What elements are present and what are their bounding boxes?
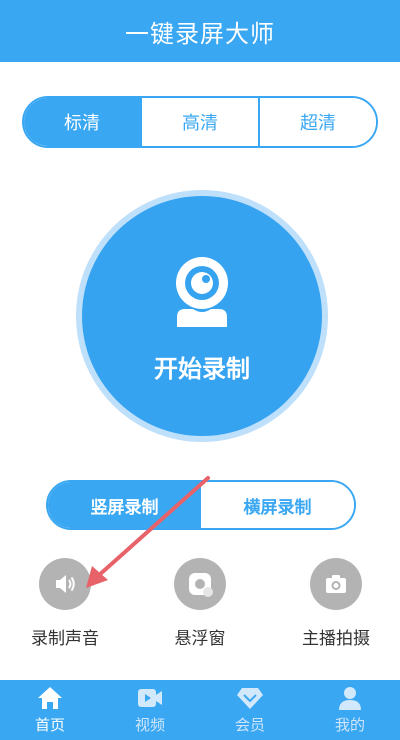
- tab-vip-label: 会员: [234, 716, 265, 734]
- diamond-icon: [237, 688, 263, 709]
- start-record-button[interactable]: 开始录制: [82, 196, 322, 436]
- tab-home[interactable]: 首页: [0, 680, 100, 740]
- quality-option-uhd[interactable]: 超清: [258, 98, 376, 146]
- app-header: 一键录屏大师: [0, 0, 400, 62]
- floating-window-label: 悬浮窗: [174, 629, 226, 649]
- floating-window-tool[interactable]: 悬浮窗: [145, 558, 255, 649]
- tab-vip[interactable]: 会员: [200, 680, 300, 740]
- floating-window-icon: [189, 573, 213, 597]
- streamer-camera-circle: [310, 558, 362, 610]
- portrait-record-option[interactable]: 竖屏录制: [48, 482, 201, 528]
- landscape-record-option[interactable]: 横屏录制: [201, 482, 354, 528]
- start-record-label: 开始录制: [154, 354, 250, 383]
- quality-selector: 标清 高清 超清: [22, 96, 378, 148]
- quality-option-sd[interactable]: 标清: [24, 98, 140, 146]
- record-button-ring: 开始录制: [76, 190, 328, 442]
- tab-video[interactable]: 视频: [100, 680, 200, 740]
- speaker-icon: [56, 575, 75, 593]
- webcam-icon: [176, 256, 228, 327]
- streamer-camera-tool[interactable]: 主播拍摄: [281, 558, 391, 649]
- tab-home-label: 首页: [34, 716, 65, 734]
- tab-profile-label: 我的: [334, 716, 365, 734]
- home-icon: [38, 687, 62, 709]
- streamer-camera-label: 主播拍摄: [302, 629, 370, 649]
- tool-row: 录制声音 悬浮窗 主播拍摄: [0, 558, 400, 658]
- orientation-selector: 竖屏录制 横屏录制: [46, 480, 356, 530]
- video-icon: [138, 689, 162, 707]
- quality-option-hd[interactable]: 高清: [140, 98, 258, 146]
- floating-window-circle: [174, 558, 226, 610]
- tab-profile[interactable]: 我的: [300, 680, 400, 740]
- record-audio-circle: [39, 558, 91, 610]
- app-title: 一键录屏大师: [125, 19, 275, 48]
- record-audio-tool[interactable]: 录制声音: [10, 558, 120, 649]
- person-icon: [339, 687, 361, 710]
- record-audio-label: 录制声音: [31, 629, 99, 649]
- bottom-tab-bar: 首页 视频 会员 我的: [0, 680, 400, 740]
- tab-video-label: 视频: [134, 716, 165, 734]
- camera-icon: [326, 575, 346, 593]
